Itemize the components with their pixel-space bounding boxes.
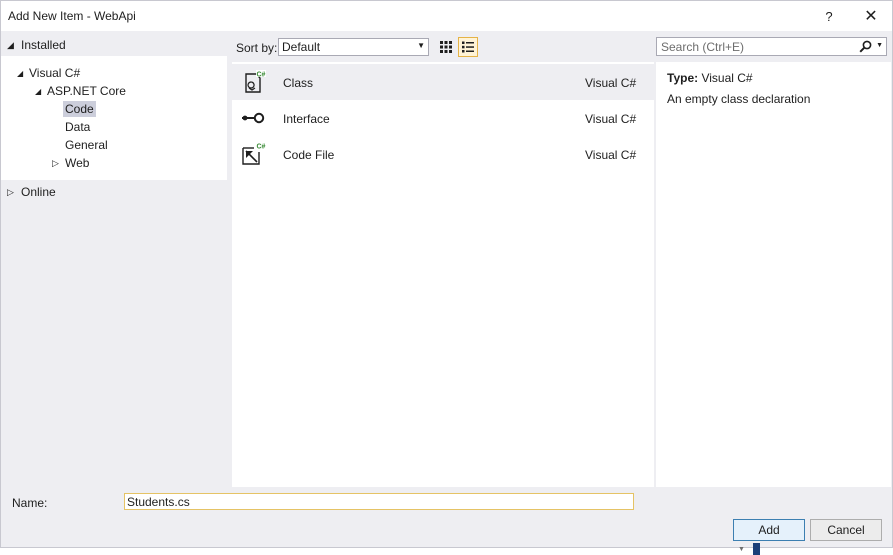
tree-item-web[interactable]: ▷ Web xyxy=(1,154,227,172)
name-label: Name: xyxy=(12,496,48,510)
template-description: An empty class declaration xyxy=(667,92,811,106)
type-row: Type: Visual C# xyxy=(667,71,753,85)
close-button[interactable]: ✕ xyxy=(858,5,884,27)
sort-by-label: Sort by: xyxy=(236,41,278,55)
list-view-icon xyxy=(462,41,474,53)
tree-item-code[interactable]: Code xyxy=(1,100,227,118)
background-scroll-marker xyxy=(753,543,760,555)
template-item-class[interactable]: C# Class Visual C# xyxy=(232,64,654,100)
chevron-down-icon[interactable]: ▼ xyxy=(876,42,883,49)
help-button[interactable]: ? xyxy=(816,5,842,27)
search-box[interactable]: ▼ xyxy=(656,37,887,56)
template-item-interface[interactable]: Interface Visual C# xyxy=(232,100,654,136)
type-label: Type: xyxy=(667,71,699,85)
sort-by-value: Default xyxy=(282,40,321,54)
list-view-button[interactable] xyxy=(458,37,478,57)
search-input[interactable] xyxy=(661,39,851,54)
collapsed-arrow-icon[interactable]: ▷ xyxy=(52,158,59,169)
svg-text:C#: C# xyxy=(257,144,266,151)
template-language: Visual C# xyxy=(585,112,637,126)
expanded-arrow-icon[interactable]: ◢ xyxy=(17,69,23,78)
search-icon[interactable] xyxy=(859,40,872,53)
collapsed-arrow-icon[interactable]: ▷ xyxy=(7,187,14,198)
template-name: Code File xyxy=(283,148,335,162)
installed-header[interactable]: ◢ Installed xyxy=(1,34,229,56)
online-header[interactable]: ▷ Online xyxy=(1,181,229,203)
tree-item-visual-csharp[interactable]: ◢ Visual C# xyxy=(1,64,227,82)
tree-item-label: Visual C# xyxy=(29,66,81,80)
online-label: Online xyxy=(21,185,56,199)
template-item-code-file[interactable]: C# Code File Visual C# xyxy=(232,136,654,172)
csharp-code-file-icon: C# xyxy=(242,142,266,165)
interface-icon xyxy=(242,112,265,124)
category-tree-pane: ◢ Installed ◢ Visual C# ◢ ASP.NET Core C… xyxy=(1,34,229,486)
tree-item-general[interactable]: General xyxy=(1,136,227,154)
sort-by-dropdown[interactable]: Default ▼ xyxy=(278,38,429,56)
tree-item-label: ASP.NET Core xyxy=(47,84,126,98)
name-input[interactable] xyxy=(124,493,634,510)
expanded-arrow-icon[interactable]: ◢ xyxy=(35,87,41,96)
tree-item-label: Data xyxy=(65,120,91,134)
chevron-down-icon: ▼ xyxy=(417,41,425,50)
small-icons-view-button[interactable] xyxy=(436,37,456,57)
grid-view-icon xyxy=(440,41,452,53)
cancel-button[interactable]: Cancel xyxy=(810,519,882,541)
csharp-class-icon: C# xyxy=(245,70,266,93)
tree-item-label: Code xyxy=(63,101,96,117)
add-button[interactable]: Add xyxy=(733,519,805,541)
tree-item-data[interactable]: Data xyxy=(1,118,227,136)
template-name: Class xyxy=(283,76,314,90)
expanded-arrow-icon[interactable]: ◢ xyxy=(7,40,14,51)
tree-item-label: Web xyxy=(65,156,90,170)
template-details-pane: Type: Visual C# An empty class declarati… xyxy=(656,62,891,487)
template-language: Visual C# xyxy=(585,76,637,90)
window-title: Add New Item - WebApi xyxy=(8,9,136,23)
installed-tree: ◢ Visual C# ◢ ASP.NET Core Code Data Gen… xyxy=(1,56,227,180)
tree-item-aspnet-core[interactable]: ◢ ASP.NET Core xyxy=(1,82,227,100)
background-chevron-icon: ▼ xyxy=(738,546,745,553)
installed-label: Installed xyxy=(21,38,66,52)
add-new-item-dialog: Add New Item - WebApi ? ✕ ◢ Installed ◢ … xyxy=(0,0,893,548)
template-name: Interface xyxy=(283,112,330,126)
title-bar: Add New Item - WebApi ? ✕ xyxy=(1,1,892,31)
template-list: C# Class Visual C# Interface Visual C# C… xyxy=(232,62,654,487)
tree-item-label: General xyxy=(65,138,108,152)
svg-text:C#: C# xyxy=(257,72,266,79)
template-language: Visual C# xyxy=(585,148,637,162)
type-value: Visual C# xyxy=(701,71,753,85)
